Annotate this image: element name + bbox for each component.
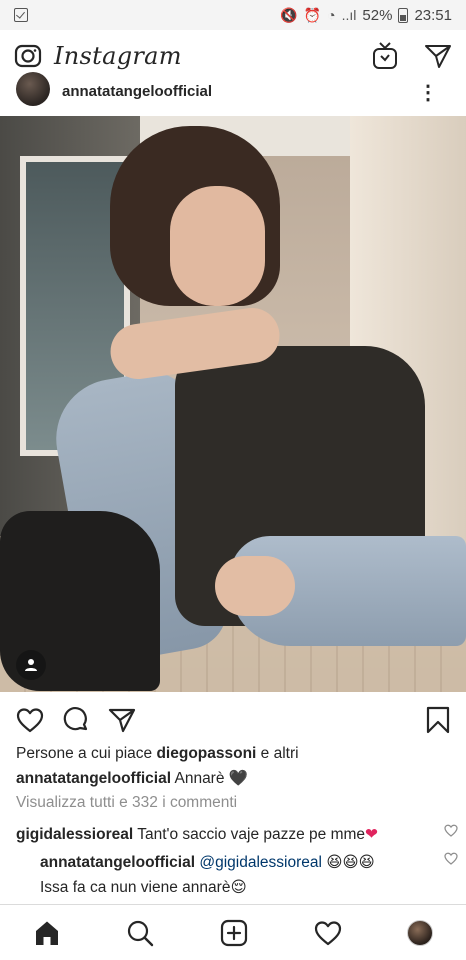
add-post-icon[interactable] [220, 919, 248, 947]
more-options-icon[interactable]: ⋮ [418, 80, 438, 105]
battery-icon [398, 7, 409, 23]
battery-percent: 52% [362, 6, 393, 24]
caption-username[interactable]: annatatangeloofficial [16, 770, 171, 787]
post-caption-area: Persone a cui piace diegopassoni e altri… [16, 742, 456, 815]
reply-text: Issa fa ca nun viene annarè [40, 879, 231, 896]
post-photo[interactable] [0, 116, 466, 692]
caption-text: Annarè [174, 770, 225, 787]
caption-emoji: 🖤 [228, 769, 249, 787]
reply-emoji: 😆😆😆 [326, 853, 375, 871]
bottom-nav [0, 904, 466, 960]
reply-username[interactable]: annatatangeloofficial [40, 854, 195, 871]
photo-face [170, 186, 265, 306]
status-bar: 🔇 ⏰ ◔ ..ıl 52% 23:51 [0, 0, 466, 30]
download-complete-icon [14, 8, 28, 22]
mute-icon: 🔇 [280, 6, 298, 23]
like-heart-icon[interactable] [16, 707, 44, 733]
signal-icon: ..ıl [341, 7, 357, 23]
likes-line: Persone a cui piace diegopassoni e altri [16, 742, 456, 766]
reply-emoji-2: 😌 [230, 878, 247, 896]
avatar[interactable] [16, 72, 50, 106]
share-icon[interactable] [108, 707, 136, 733]
reply-comment-row: annatatangeloofficial @gigidalessioreal … [40, 850, 466, 900]
caption-line: annatatangeloofficial Annarè 🖤 [16, 766, 456, 791]
activity-heart-icon[interactable] [314, 920, 342, 946]
alarm-icon: ⏰ [303, 6, 322, 23]
post-header: annatatangeloofficial ⋮ [0, 72, 466, 116]
reply-like-heart-icon[interactable] [444, 852, 458, 900]
likes-prefix: Persone a cui piace [16, 745, 153, 762]
comment-row: gigidalessioreal Tant'o saccio vaje pazz… [16, 822, 466, 847]
likes-suffix[interactable]: e altri [261, 745, 299, 762]
tagged-users-button[interactable] [16, 650, 46, 680]
comment-like-heart-icon[interactable] [444, 824, 458, 847]
photo-hand [215, 556, 295, 616]
comment-username[interactable]: gigidalessioreal [16, 826, 133, 843]
post-actions [0, 700, 466, 740]
app-header: Instagram [0, 30, 466, 82]
wifi-icon: ◔ [327, 7, 336, 23]
camera-icon[interactable] [14, 42, 42, 70]
clock: 23:51 [414, 6, 452, 24]
liker-username[interactable]: diegopassoni [156, 745, 256, 762]
comment-text: Tant'o saccio vaje pazze pe mme [137, 826, 366, 843]
app-title: Instagram [54, 41, 182, 70]
post-username[interactable]: annatatangeloofficial [62, 83, 418, 100]
profile-icon[interactable] [407, 919, 434, 946]
view-all-comments-link[interactable]: Visualizza tutti e 332 i commenti [16, 791, 456, 815]
reply-mention[interactable]: @gigidalessioreal [199, 854, 322, 871]
igtv-icon[interactable] [372, 41, 398, 70]
person-icon [25, 659, 37, 671]
search-icon[interactable] [126, 919, 154, 947]
bookmark-icon[interactable] [426, 706, 450, 734]
comment-icon[interactable] [62, 706, 90, 734]
comment-emoji: ❤ [365, 825, 379, 843]
home-icon[interactable] [33, 919, 61, 947]
paper-plane-icon[interactable] [424, 43, 452, 69]
